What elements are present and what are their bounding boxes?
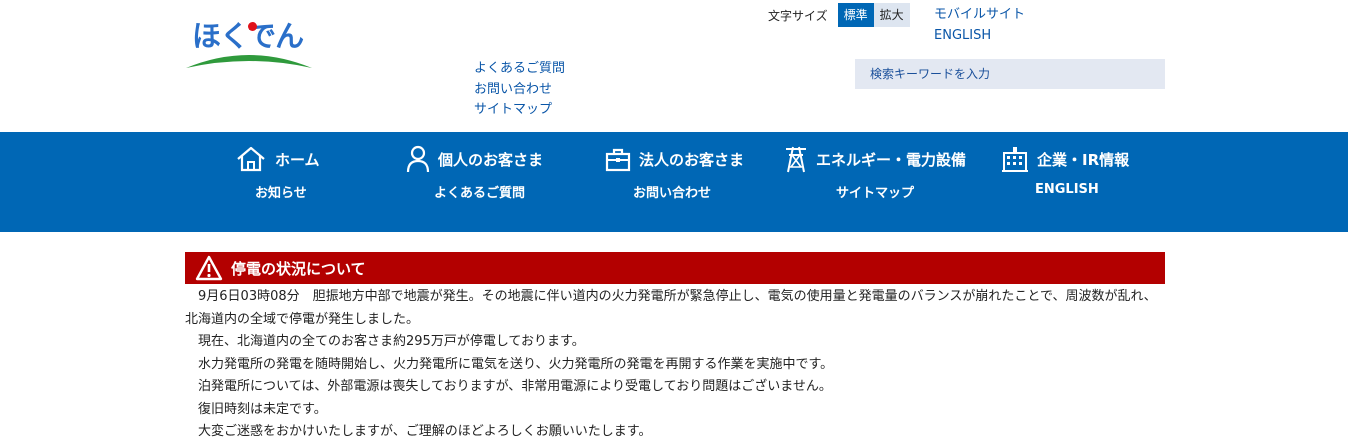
- font-size-label: 文字サイズ: [768, 8, 828, 23]
- global-nav: ホーム お知らせ 個人のお客さま よくあるご質問 法人のお客さま お問い合わせ: [0, 132, 1348, 232]
- nav-sub-english[interactable]: ENGLISH: [1035, 182, 1099, 197]
- site-logo[interactable]: ほくでん: [184, 18, 314, 72]
- nav-label-personal: 個人のお客さま: [438, 150, 544, 169]
- nav-item-personal[interactable]: 個人のお客さま よくあるご質問: [406, 132, 566, 232]
- logo-arc-icon: [186, 55, 312, 68]
- nav-sub-faq[interactable]: よくあるご質問: [434, 182, 525, 201]
- mobile-site-link[interactable]: モバイルサイト: [934, 4, 1025, 25]
- nav-label-home: ホーム: [275, 150, 320, 169]
- nav-label-energy: エネルギー・電力設備: [816, 150, 967, 169]
- alert-paragraph: 9月6日03時08分 胆振地方中部で地震が発生。その地震に伴い道内の火力発電所が…: [185, 289, 1157, 327]
- nav-sub-contact[interactable]: お問い合わせ: [633, 182, 711, 201]
- alert-paragraph: 泊発電所については、外部電源は喪失しておりますが、非常用電源により受電しており問…: [198, 379, 832, 394]
- alert-title: 停電の状況について: [231, 259, 366, 278]
- warning-icon: [195, 255, 223, 281]
- nav-item-corporate[interactable]: 企業・IR情報 ENGLISH: [1001, 132, 1151, 232]
- font-size-standard-button[interactable]: 標準: [837, 3, 874, 27]
- nav-sub-news[interactable]: お知らせ: [255, 182, 307, 201]
- alert-body: 9月6日03時08分 胆振地方中部で地震が発生。その地震に伴い道内の火力発電所が…: [185, 286, 1165, 438]
- sitemap-link[interactable]: サイトマップ: [474, 100, 565, 121]
- header-sub-links: よくあるご質問 お問い合わせ サイトマップ: [474, 59, 565, 121]
- font-size-large-button[interactable]: 拡大: [873, 3, 910, 27]
- alert-paragraph: 大変ご迷惑をおかけいたしますが、ご理解のほどよろしくお願いいたします。: [198, 424, 652, 438]
- person-icon: [406, 145, 430, 173]
- contact-link[interactable]: お問い合わせ: [474, 80, 565, 101]
- home-icon: [237, 146, 265, 172]
- alert-heading: 停電の状況について: [185, 252, 1165, 284]
- nav-item-energy[interactable]: エネルギー・電力設備 サイトマップ: [784, 132, 974, 232]
- building-icon: [1002, 147, 1028, 172]
- alert-paragraph: 復旧時刻は未定です。: [198, 401, 327, 417]
- faq-link[interactable]: よくあるご質問: [474, 59, 565, 80]
- font-size-switcher: 文字サイズ 標準 拡大: [768, 3, 910, 27]
- english-link[interactable]: ENGLISH: [934, 25, 1025, 46]
- briefcase-icon: [605, 148, 631, 172]
- power-tower-icon: [786, 146, 806, 173]
- nav-sub-sitemap[interactable]: サイトマップ: [836, 182, 914, 201]
- nav-label-corporate: 企業・IR情報: [1037, 150, 1130, 169]
- alert-paragraph: 水力発電所の発電を随時開始し、火力発電所に電気を送り、火力発電所の発電を再開する…: [198, 356, 834, 372]
- logo-red-dot: [248, 22, 257, 31]
- nav-label-business: 法人のお客さま: [639, 150, 745, 169]
- alert-paragraph: 現在、北海道内の全てのお客さま約295万戸が停電しております。: [198, 334, 585, 349]
- nav-item-business[interactable]: 法人のお客さま お問い合わせ: [605, 132, 765, 232]
- nav-item-home[interactable]: ホーム お知らせ: [235, 132, 345, 232]
- search-input[interactable]: [855, 59, 1165, 89]
- top-links: モバイルサイト ENGLISH: [934, 4, 1025, 46]
